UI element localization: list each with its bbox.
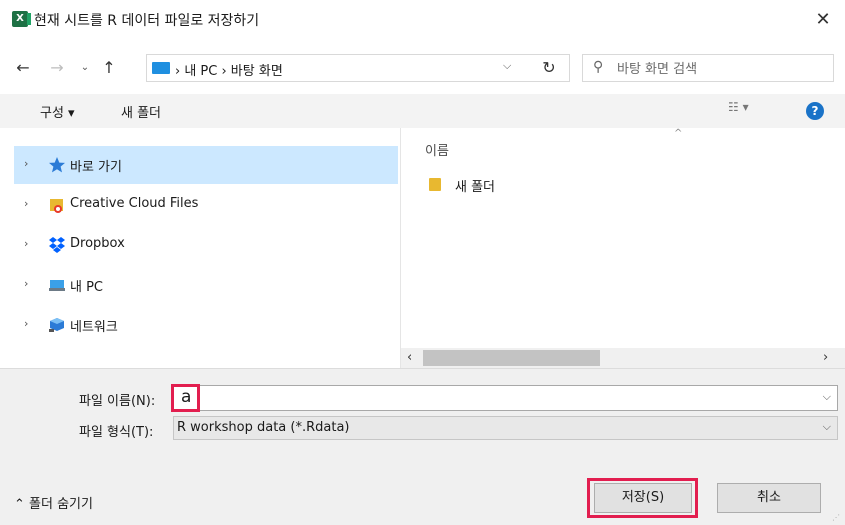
search-box[interactable]: ⚲ [582,54,834,82]
address-path[interactable]: › 내 PC › 바탕 화면 [175,60,283,79]
command-bar: 구성 ▾ 새 폴더 ☷ ▾ ? [0,94,845,128]
scrollbar-thumb[interactable] [423,350,600,366]
filetype-dropdown-icon[interactable]: ⌵ [823,420,831,434]
filetype-select[interactable]: R workshop data (*.Rdata) ⌵ [173,416,838,440]
organize-button[interactable]: 구성 ▾ [40,102,75,121]
list-item-label: 새 폴더 [455,180,496,195]
new-folder-button[interactable]: 새 폴더 [121,102,161,121]
filename-input[interactable]: a ⌵ [173,385,838,411]
back-button[interactable]: ← [12,57,34,79]
filetype-label: 파일 형식(T): [79,425,154,440]
pc-icon [49,280,65,291]
nav-item-dropbox[interactable]: › Dropbox [14,226,398,264]
star-icon [49,157,65,173]
folder-icon [429,178,441,191]
nav-item-this-pc[interactable]: › 내 PC [14,266,398,304]
nav-item-label: 바로 가기 [70,160,122,175]
nav-item-label: Creative Cloud Files [70,196,199,211]
nav-item-network[interactable]: › 네트워크 [14,306,398,344]
creative-cloud-folder-icon [50,199,63,213]
nav-item-quick-access[interactable]: › 바로 가기 [14,146,398,184]
close-button[interactable]: ✕ [808,6,838,34]
up-button[interactable]: ↑ [98,57,120,79]
forward-button[interactable]: → [46,57,68,79]
recent-locations-button[interactable]: ⌄ [74,57,96,79]
search-icon: ⚲ [593,59,604,75]
excel-icon: X [12,11,31,27]
filename-highlight-box [171,384,200,412]
window-title: 현재 시트를 R 데이터 파일로 저장하기 [34,13,260,29]
horizontal-scrollbar[interactable]: ‹ › [401,348,845,368]
scroll-left-button[interactable]: ‹ [407,350,421,365]
filename-dropdown-icon[interactable]: ⌵ [823,390,831,404]
file-list-pane: ^ 이름 새 폴더 [401,128,845,348]
nav-item-label: 내 PC [70,280,104,295]
refresh-button[interactable]: ↻ [537,58,561,77]
help-button[interactable]: ? [806,102,824,120]
resize-grip-icon[interactable]: ⋰ [832,513,840,522]
nav-item-label: Dropbox [70,236,125,251]
filename-label: 파일 이름(N): [79,394,156,409]
view-options-button[interactable]: ☷ ▾ [728,100,768,114]
address-bar[interactable]: › 내 PC › 바탕 화면 ⌵ ↻ [146,54,570,82]
sort-ascending-icon: ^ [674,128,683,139]
address-dropdown-icon[interactable]: ⌵ [503,59,511,73]
navigation-pane: › 바로 가기 › Creative Cloud Files › Dropbox… [0,128,401,368]
expand-chevron-icon[interactable]: › [24,317,28,330]
nav-item-creative-cloud[interactable]: › Creative Cloud Files [14,186,398,224]
save-highlight-box [587,478,698,518]
hide-folders-button[interactable]: ⌃ 폴더 숨기기 [14,493,93,512]
expand-chevron-icon[interactable]: › [24,237,28,250]
nav-item-label: 네트워크 [70,320,118,335]
search-input[interactable] [615,58,829,80]
title-bar: X 현재 시트를 R 데이터 파일로 저장하기 ✕ [0,0,845,40]
expand-chevron-icon[interactable]: › [24,277,28,290]
column-header-name[interactable]: 이름 [425,140,449,159]
save-form: 파일 이름(N): a ⌵ 파일 형식(T): R workshop data … [0,368,845,525]
expand-chevron-icon[interactable]: › [24,157,28,170]
network-icon [49,318,64,332]
navigation-bar: ← → ⌄ ↑ › 내 PC › 바탕 화면 ⌵ ↻ ⚲ [0,40,845,94]
filetype-value: R workshop data (*.Rdata) [177,420,350,435]
expand-chevron-icon[interactable]: › [24,197,28,210]
cancel-button[interactable]: 취소 [717,483,821,513]
dropbox-icon [49,237,65,253]
desktop-icon [152,62,170,74]
scroll-right-button[interactable]: › [823,350,837,365]
